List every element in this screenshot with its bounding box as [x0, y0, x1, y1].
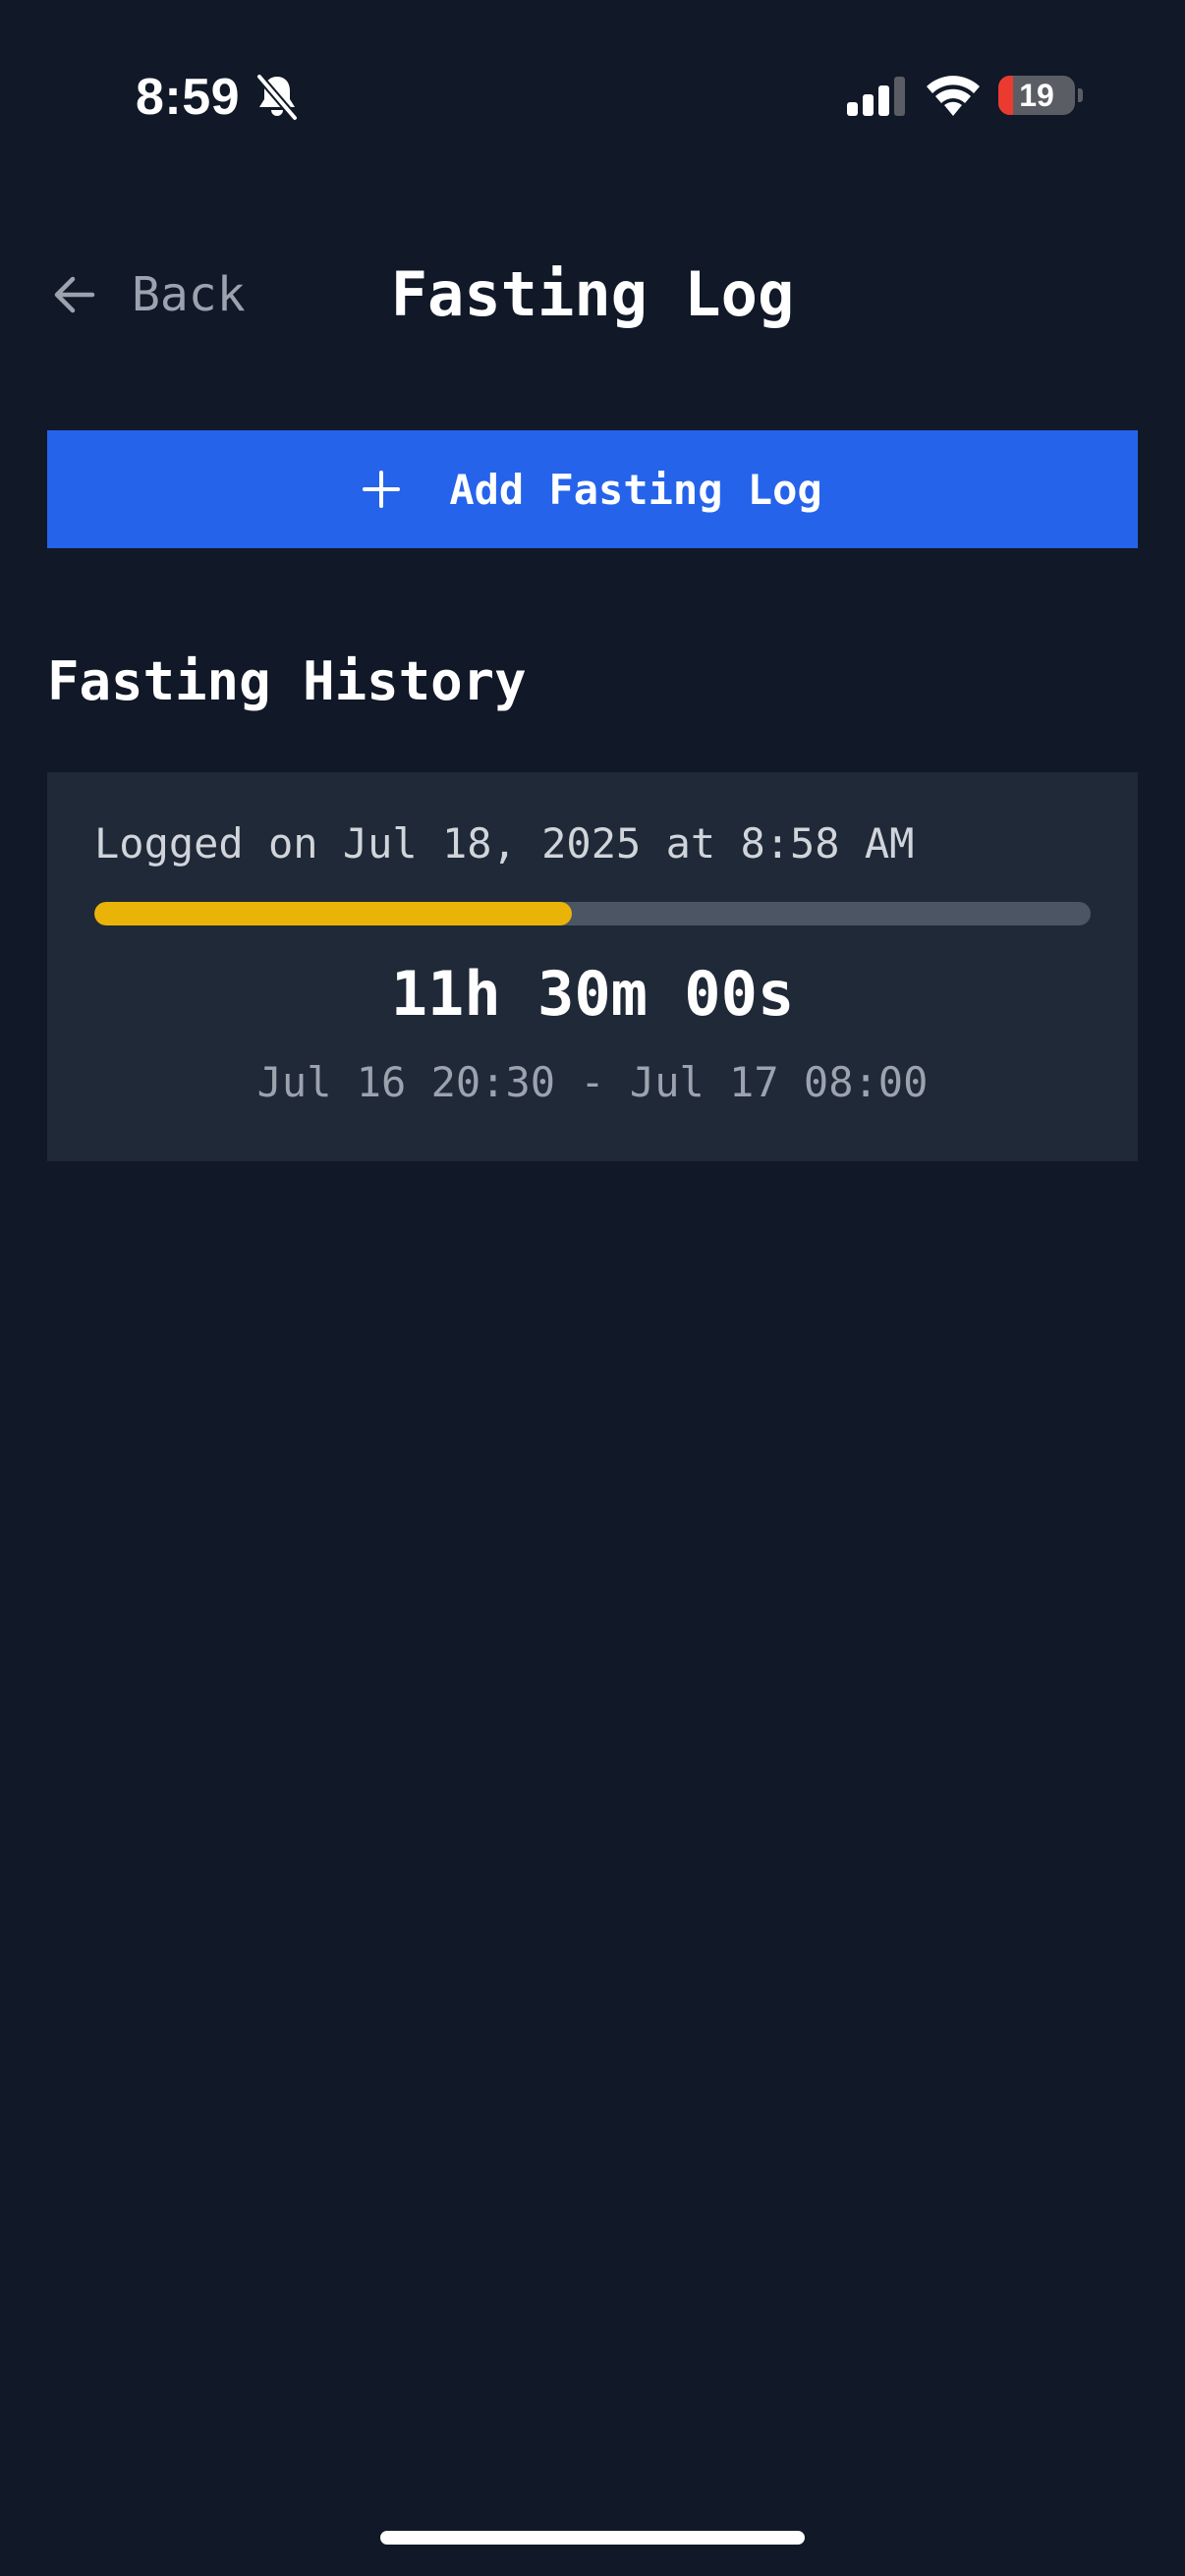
cellular-signal-icon: [847, 77, 905, 116]
add-fasting-log-label: Add Fasting Log: [449, 465, 822, 514]
logged-on-text: Logged on Jul 18, 2025 at 8:58 AM: [94, 819, 915, 868]
fasting-history-title: Fasting History: [47, 650, 527, 712]
home-indicator[interactable]: [380, 2531, 805, 2545]
battery-cap: [1078, 88, 1083, 102]
battery-icon: 19: [998, 76, 1083, 115]
arrow-left-icon: [54, 276, 95, 313]
fasting-duration: 11h 30m 00s: [390, 958, 795, 1030]
fasting-progress-fill: [94, 902, 572, 925]
back-button[interactable]: Back: [51, 257, 246, 332]
back-label: Back: [132, 267, 246, 322]
status-bar: 8:59 19: [0, 0, 1185, 196]
plus-icon: [363, 471, 401, 508]
status-time: 8:59: [136, 69, 241, 126]
battery-level: 19: [1019, 78, 1054, 113]
wifi-icon: [927, 76, 980, 116]
fasting-log-card[interactable]: Logged on Jul 18, 2025 at 8:58 AM 11h 30…: [47, 772, 1138, 1161]
bell-slash-icon: [255, 74, 299, 121]
fasting-progress-bar: [94, 902, 1091, 925]
add-fasting-log-button[interactable]: Add Fasting Log: [47, 430, 1138, 548]
fasting-time-range: Jul 16 20:30 - Jul 17 08:00: [256, 1058, 929, 1106]
